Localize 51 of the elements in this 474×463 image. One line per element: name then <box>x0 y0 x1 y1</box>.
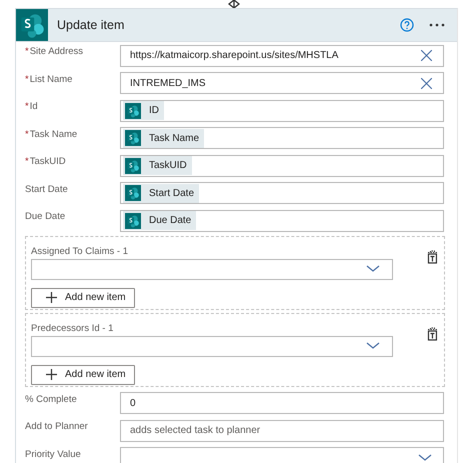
more-icon <box>429 23 445 27</box>
chevron-down-icon <box>366 265 380 273</box>
sharepoint-icon <box>125 185 141 202</box>
input-field[interactable]: TaskUID <box>120 154 444 177</box>
field-label: *Task Name <box>24 128 78 140</box>
input-field[interactable]: 0 <box>120 392 444 414</box>
input-field[interactable] <box>120 447 444 463</box>
input-field[interactable]: Due Date <box>120 210 444 232</box>
field-label: Start Date <box>24 182 69 194</box>
close-icon <box>421 50 432 62</box>
chevron-down-icon <box>366 342 380 350</box>
help-button[interactable] <box>400 18 414 32</box>
connector-icon <box>228 0 240 8</box>
input-field[interactable]: adds selected task to planner <box>120 420 444 442</box>
chevron-down-icon <box>418 454 432 462</box>
dynamic-token[interactable]: TaskUID <box>123 156 192 176</box>
plus-icon <box>46 369 57 380</box>
field-label: Predecessors Id - 1 <box>31 322 114 334</box>
field-label: Due Date <box>24 210 66 222</box>
field-label: *Site Address <box>24 45 84 57</box>
field-label: Assigned To Claims - 1 <box>31 246 128 256</box>
field-label: Add to Planner <box>24 420 89 432</box>
input-field[interactable]: Task Name <box>120 127 444 150</box>
dynamic-token[interactable]: Due Date <box>123 211 196 230</box>
card-title: Update item <box>57 18 126 32</box>
delete-icon <box>426 248 439 264</box>
field-label: % Complete <box>24 392 78 404</box>
dropdown[interactable] <box>31 258 394 280</box>
add-item-button[interactable]: Add new item <box>31 288 135 308</box>
field-label: *List Name <box>24 72 74 84</box>
help-icon <box>400 18 414 32</box>
delete-icon <box>426 326 439 340</box>
input-field[interactable]: Start Date <box>120 182 444 204</box>
dynamic-token[interactable]: Task Name <box>123 128 204 148</box>
sharepoint-icon <box>125 130 141 146</box>
dropdown[interactable] <box>31 336 394 356</box>
dynamic-token[interactable]: Start Date <box>123 184 200 203</box>
more-button[interactable] <box>429 23 445 27</box>
field-label: *Id <box>24 100 39 112</box>
add-item-button[interactable]: Add new item <box>31 364 135 384</box>
field-label: Priority Value <box>24 448 82 460</box>
plus-icon <box>46 292 57 303</box>
dynamic-token[interactable]: ID <box>123 101 164 120</box>
sharepoint-icon <box>125 102 141 119</box>
sharepoint-icon <box>125 158 141 174</box>
input-field[interactable]: ID <box>120 100 444 122</box>
close-icon <box>421 78 432 89</box>
input-field[interactable]: https://katmaicorp.sharepoint.us/sites/MHSTLA <box>120 44 444 67</box>
field-label: *TaskUID <box>24 155 67 167</box>
sharepoint-icon <box>125 212 141 229</box>
input-field[interactable]: INTREMED_IMS <box>120 72 444 94</box>
